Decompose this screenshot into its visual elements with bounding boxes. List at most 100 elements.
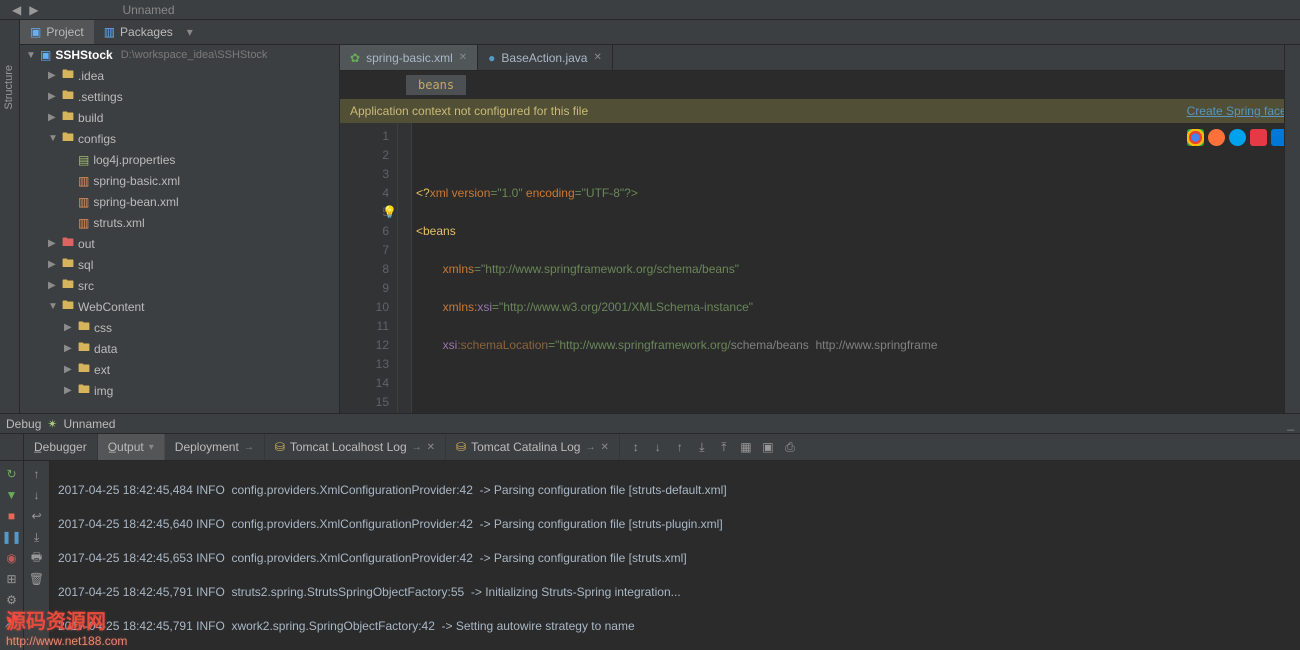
close-icon[interactable]: ✕ (459, 52, 467, 63)
code-text[interactable]: 💡 <?xml version="1.0" encoding="UTF-8"?>… (412, 123, 1300, 413)
tree-folder-src[interactable]: ▶🖿src (24, 275, 339, 296)
tab-project[interactable]: ▣ Project (20, 20, 94, 44)
editor-tab-springbasic[interactable]: ✿spring-basic.xml✕ (340, 45, 478, 70)
panel-tabs: D̲ebugger O̲utput▾ Deployment→ ⛁Tomcat L… (0, 434, 1300, 461)
code-area[interactable]: 12345678910111213141516 💡 <?xml version=… (340, 123, 1300, 413)
tab-output[interactable]: O̲utput▾ (98, 434, 165, 460)
tree-folder-webcontent[interactable]: ▼🖿WebContent (24, 296, 339, 317)
console-wrap: ↻ ▼ ■ ❚❚ ◉ ⊞ ⚙ 📌 ↑ ↓ ↩ ⤓ 🖶 🗑 2017-04-25 … (0, 461, 1300, 650)
bottom-panel: Debug ✴ Unnamed _ D̲ebugger O̲utput▾ Dep… (0, 413, 1300, 650)
tree-folder-out[interactable]: ▶🖿out (24, 233, 339, 254)
debug-config-name[interactable]: Unnamed (63, 417, 115, 431)
folder-icon: 🖿 (62, 107, 74, 128)
intention-bulb-icon[interactable]: 💡 (382, 203, 397, 222)
debug-label: Debug (6, 417, 41, 431)
tree-folder-settings[interactable]: ▶🖿.settings (24, 86, 339, 107)
toolbar-btn[interactable]: ↑ (670, 437, 690, 457)
safari-icon[interactable] (1229, 129, 1246, 146)
opera-icon[interactable] (1250, 129, 1267, 146)
toolbar-btn[interactable]: ▦ (736, 437, 756, 457)
stop-icon[interactable]: ■ (3, 507, 21, 525)
run-config-label[interactable]: Unnamed (122, 3, 174, 17)
tree-file-struts[interactable]: ▥struts.xml (24, 212, 339, 233)
close-icon[interactable]: ✕ (600, 442, 608, 453)
properties-file-icon: ▤ (78, 153, 89, 167)
toolwindow-tabs: ▣ Project ▥ Packages ▾ (0, 20, 1300, 45)
firefox-icon[interactable] (1208, 129, 1225, 146)
toolbar-btn[interactable]: ⤒ (714, 437, 734, 457)
tab-deployment[interactable]: Deployment→ (165, 434, 265, 460)
wrap-icon[interactable]: ↩ (27, 507, 47, 525)
folder-icon: 🖿 (62, 233, 74, 254)
folder-icon: 🖿 (62, 65, 74, 86)
project-root[interactable]: ▼ ▣ SSHStock D:\workspace_idea\SSHStock (20, 45, 339, 65)
toolbar-btn[interactable]: ⎙ (780, 437, 800, 457)
minimize-icon[interactable]: _ (1287, 417, 1294, 431)
pin-icon[interactable]: → (244, 442, 254, 453)
print-icon[interactable]: 🖶 (27, 549, 47, 567)
debug-strip: Debug ✴ Unnamed _ (0, 414, 1300, 434)
editor-tab-baseaction[interactable]: ●BaseAction.java✕ (478, 45, 613, 70)
clear-icon[interactable]: 🗑 (27, 570, 47, 588)
spring-icon: ✿ (350, 51, 360, 65)
java-class-icon: ● (488, 51, 495, 65)
folder-icon: 🖿 (62, 86, 74, 107)
tree-folder-css[interactable]: ▶🖿css (24, 317, 339, 338)
project-icon: ▣ (30, 25, 41, 39)
tree-folder-ext[interactable]: ▶🖿ext (24, 359, 339, 380)
toolbar-btn[interactable]: ↓ (648, 437, 668, 457)
console-output[interactable]: 2017-04-25 18:42:45,484 INFO config.prov… (50, 461, 1300, 650)
pin-icon[interactable]: 📌 (3, 612, 21, 630)
toolbar-btn[interactable]: ▣ (758, 437, 778, 457)
view-breakpoints-icon[interactable]: ◉ (3, 549, 21, 567)
layout-icon[interactable]: ⊞ (3, 570, 21, 588)
chevron-down-icon[interactable]: ▾ (187, 25, 193, 39)
up-icon[interactable]: ↑ (27, 465, 47, 483)
close-icon[interactable]: ✕ (593, 52, 601, 63)
close-icon[interactable]: ✕ (427, 442, 435, 453)
tree-folder-sql[interactable]: ▶🖿sql (24, 254, 339, 275)
fold-column (398, 123, 412, 413)
tree-folder-idea[interactable]: ▶🖿.idea (24, 65, 339, 86)
tree-file-springbasic[interactable]: ▥spring-basic.xml (24, 170, 339, 191)
toolbar-btn[interactable]: ↕ (626, 437, 646, 457)
rerun-icon[interactable]: ↻ (3, 465, 21, 483)
nav-back-icon[interactable]: ◀ (12, 3, 21, 17)
tree-arrow-icon[interactable]: ▼ (26, 50, 36, 61)
line-gutter: 12345678910111213141516 (340, 123, 398, 413)
create-spring-facet-link[interactable]: Create Spring facet (1187, 104, 1290, 118)
tomcat-icon: ⛁ (275, 440, 285, 454)
spring-facet-banner: Application context not configured for t… (340, 99, 1300, 123)
folder-icon: 🖿 (62, 254, 74, 275)
toolbar-btn[interactable]: ⤓ (692, 437, 712, 457)
tree-folder-img[interactable]: ▶🖿img (24, 380, 339, 401)
chrome-icon[interactable] (1187, 129, 1204, 146)
tab-packages[interactable]: ▥ Packages (94, 20, 183, 44)
tab-tomcat-localhost[interactable]: ⛁Tomcat Localhost Log→✕ (265, 434, 446, 460)
tab-tomcat-catalina[interactable]: ⛁Tomcat Catalina Log→✕ (446, 434, 620, 460)
down-icon[interactable]: ↓ (27, 486, 47, 504)
xml-file-icon: ▥ (78, 174, 89, 188)
run-icon[interactable]: ▼ (3, 486, 21, 504)
project-tree: ▼ ▣ SSHStock D:\workspace_idea\SSHStock … (20, 45, 340, 413)
pin-icon[interactable]: → (412, 442, 422, 453)
tree-file-springbean[interactable]: ▥spring-bean.xml (24, 191, 339, 212)
tree-folder-configs[interactable]: ▼🖿configs (24, 128, 339, 149)
scroll-end-icon[interactable]: ⤓ (27, 528, 47, 546)
banner-message: Application context not configured for t… (350, 104, 588, 118)
folder-icon: 🖿 (62, 296, 74, 317)
pause-icon[interactable]: ❚❚ (3, 528, 21, 546)
structure-tool-btn[interactable]: Structure (3, 65, 15, 110)
tab-debugger[interactable]: D̲ebugger (24, 434, 98, 460)
nav-fwd-icon[interactable]: ▶ (29, 3, 38, 17)
tree-folder-data[interactable]: ▶🖿data (24, 338, 339, 359)
pin-icon[interactable]: → (585, 442, 595, 453)
tree-file-log4j[interactable]: ▤log4j.properties (24, 149, 339, 170)
settings-icon[interactable]: ⚙ (3, 591, 21, 609)
run-tools: ↻ ▼ ■ ❚❚ ◉ ⊞ ⚙ 📌 (0, 461, 24, 650)
packages-icon: ▥ (104, 25, 115, 39)
tomcat-icon: ⛁ (456, 440, 466, 454)
pin-icon[interactable]: ▾ (149, 442, 154, 453)
tree-folder-build[interactable]: ▶🖿build (24, 107, 339, 128)
breadcrumb-beans[interactable]: beans (406, 75, 466, 95)
